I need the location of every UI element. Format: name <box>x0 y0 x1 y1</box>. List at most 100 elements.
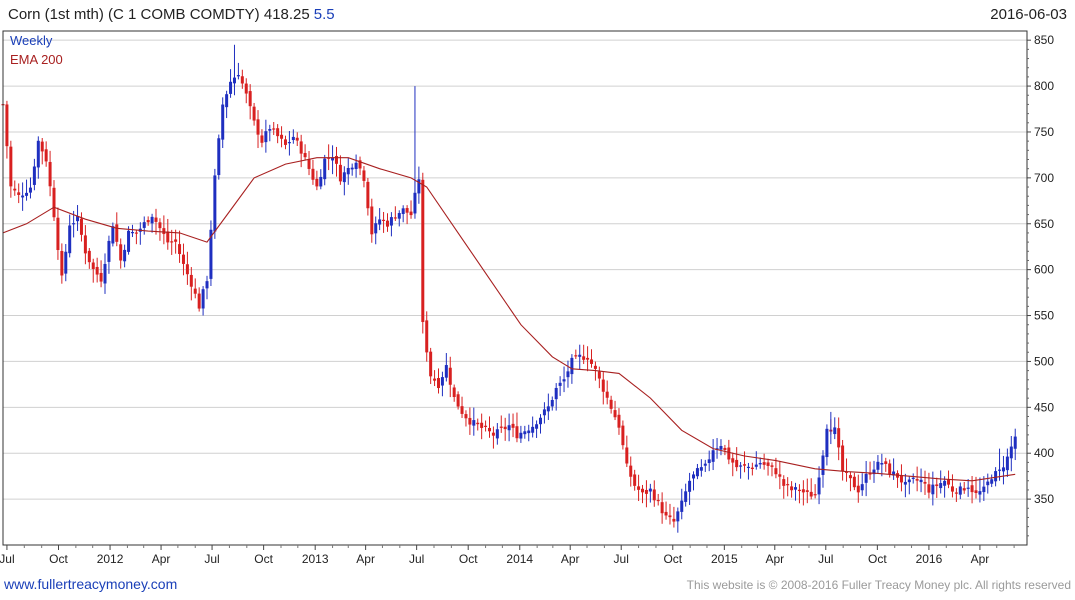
candle-body <box>307 159 311 169</box>
candle-body <box>550 399 554 407</box>
candle-body <box>601 379 605 392</box>
candle-body <box>884 461 888 464</box>
candle-body <box>919 479 923 483</box>
candle-body <box>770 465 774 467</box>
candle-body <box>841 445 845 472</box>
candle-body <box>48 161 52 187</box>
candle-body <box>295 137 299 141</box>
candle-body <box>593 365 597 369</box>
candle-body <box>644 489 648 494</box>
copyright-text: This website is © 2008-2016 Fuller Treac… <box>686 578 1071 592</box>
candle-body <box>856 485 860 493</box>
candle-body <box>515 426 519 439</box>
candle-body <box>790 486 794 491</box>
candle-body <box>189 274 193 287</box>
candle-body <box>915 479 919 481</box>
candle-body <box>303 152 307 158</box>
candle-body <box>72 223 76 225</box>
candle-body <box>374 223 378 234</box>
x-tick-label: Apr <box>152 552 171 566</box>
candle-body <box>456 394 460 407</box>
x-tick-label: 2015 <box>711 552 738 566</box>
candle-body <box>970 485 974 493</box>
candle-body <box>40 141 44 152</box>
legend: Weekly EMA 200 <box>10 33 63 67</box>
candle-body <box>460 406 464 414</box>
candle-body <box>1009 446 1013 459</box>
candle-body <box>754 464 758 467</box>
site-link[interactable]: www.fullertreacymoney.com <box>4 576 177 592</box>
candle-body <box>605 391 609 398</box>
candle-body <box>429 351 433 377</box>
candle-body <box>240 76 244 84</box>
candle-body <box>291 136 295 141</box>
candle-body <box>903 481 907 485</box>
candle-body <box>554 387 558 400</box>
candle-body <box>731 458 735 463</box>
candle-body <box>280 134 284 139</box>
candle-body <box>499 426 503 428</box>
candle-body <box>178 244 182 255</box>
candle-body <box>205 281 209 289</box>
x-tick-label: Oct <box>459 552 478 566</box>
candle-body <box>699 467 703 471</box>
candle-body <box>986 481 990 486</box>
x-tick-label: Oct <box>49 552 68 566</box>
candle-body <box>95 266 99 275</box>
candle-body <box>813 494 817 496</box>
candle-body <box>707 459 711 464</box>
candle-body <box>299 141 303 154</box>
candle-body <box>958 486 962 495</box>
candle-body <box>527 430 531 434</box>
candle-body <box>837 428 841 448</box>
candle-body <box>1013 436 1017 449</box>
candle-body <box>805 490 809 492</box>
candle-body <box>150 216 154 224</box>
candle-body <box>652 489 656 501</box>
candle-body <box>735 459 739 468</box>
candle-body <box>586 357 590 360</box>
candle-body <box>5 104 9 147</box>
candle-body <box>625 447 629 464</box>
candle-body <box>578 354 582 357</box>
y-tick-label: 750 <box>1034 125 1054 139</box>
candle-body <box>907 479 911 483</box>
candle-body <box>472 420 476 426</box>
x-axis: Jul Oct 2012 Apr Jul Oct 2013 Apr Jul Oct 2014 Apr J… <box>0 545 1015 566</box>
candle-body <box>743 464 747 466</box>
candle-body <box>440 377 444 386</box>
candle-body <box>950 486 954 492</box>
candle-body <box>268 129 272 131</box>
candle-body <box>425 320 429 353</box>
candle-body <box>582 356 586 360</box>
candle-body <box>154 217 158 222</box>
candle-body <box>727 447 731 460</box>
candle-body <box>68 225 72 254</box>
candle-body <box>939 483 943 489</box>
candle-body <box>103 263 107 284</box>
x-tick-label: Apr <box>765 552 784 566</box>
candle-body <box>954 492 958 494</box>
x-tick-label: Apr <box>356 552 375 566</box>
candle-body <box>692 474 696 479</box>
candle-body <box>401 208 405 215</box>
candle-body <box>511 423 515 428</box>
candle-body <box>746 466 750 469</box>
candle-body <box>864 473 868 483</box>
candle-body <box>648 488 652 492</box>
candle-body <box>782 479 786 486</box>
candle-body <box>966 487 970 489</box>
candle-body <box>911 477 915 479</box>
candle-body <box>684 491 688 502</box>
candle-body <box>766 462 770 466</box>
candle-body <box>181 254 185 264</box>
candle-body <box>723 447 727 451</box>
candle-body <box>52 187 56 218</box>
x-tick-label: Apr <box>971 552 990 566</box>
candle-body <box>656 499 660 502</box>
candle-body <box>354 162 358 170</box>
candle-body <box>162 228 166 235</box>
x-tick-label: Jul <box>818 552 833 566</box>
candle-body <box>833 427 837 435</box>
candle-body <box>978 491 982 495</box>
